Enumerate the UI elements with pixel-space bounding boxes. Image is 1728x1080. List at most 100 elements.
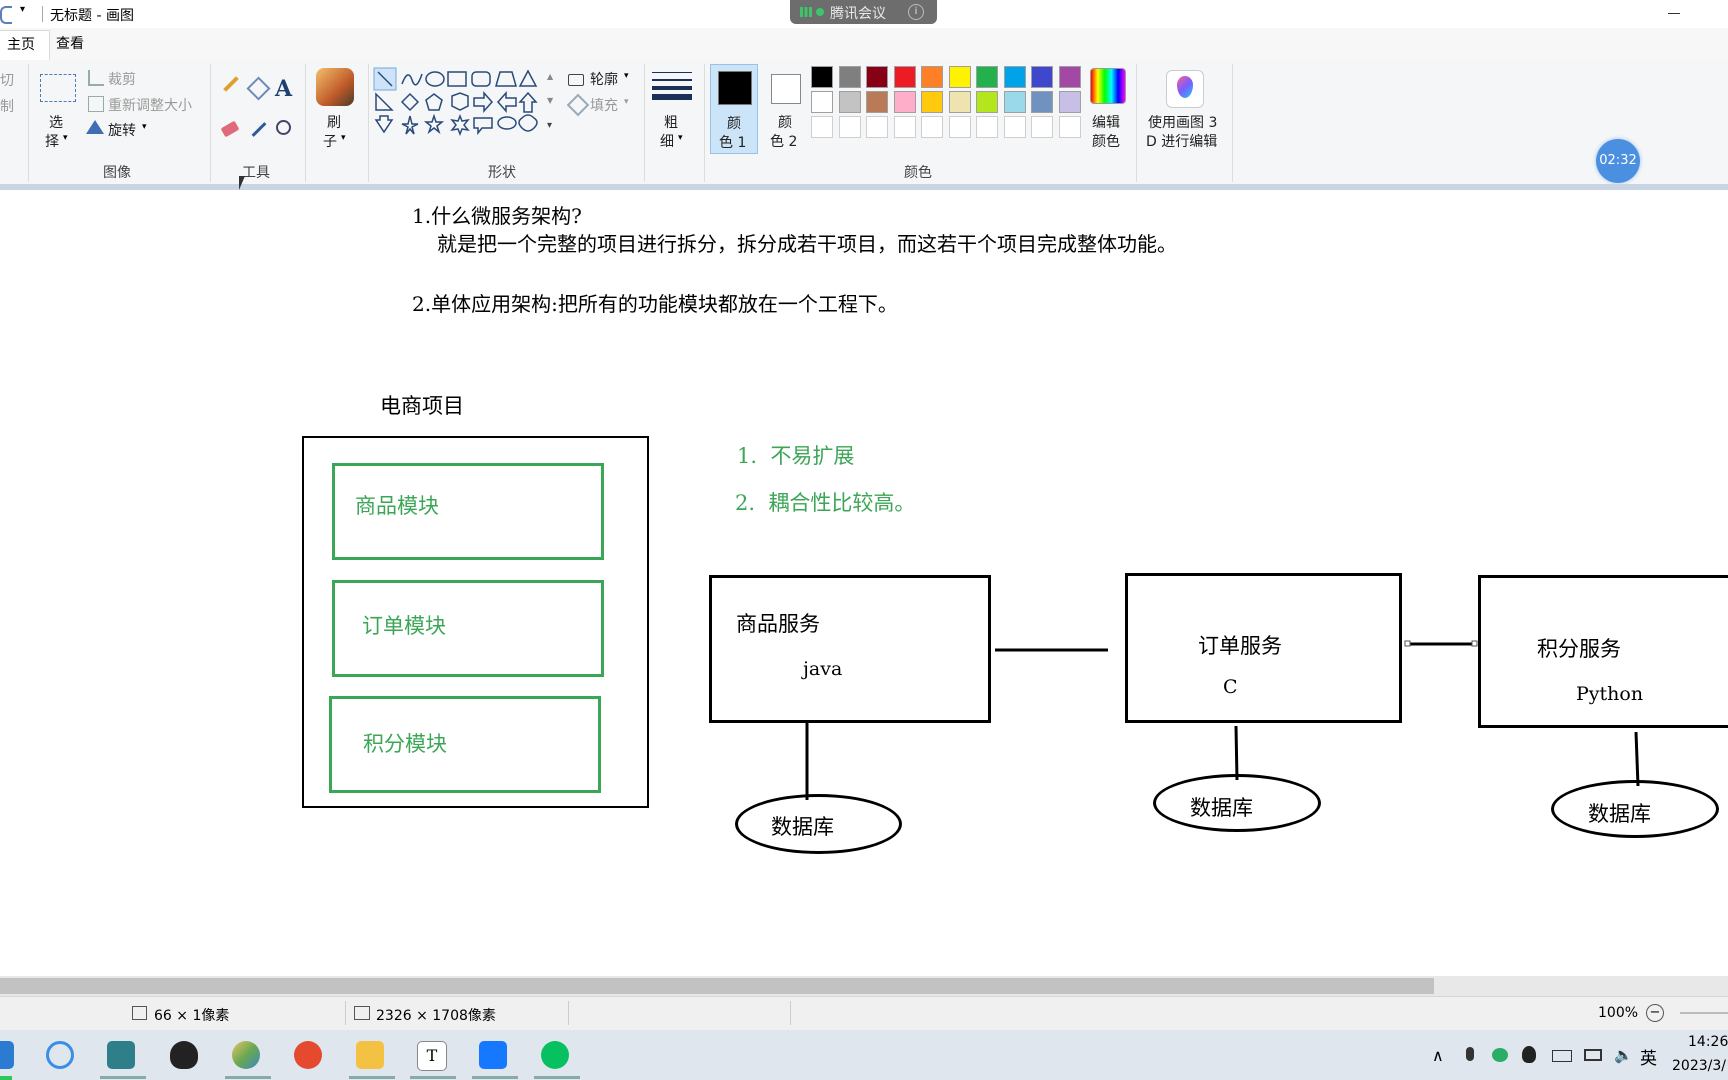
paint3d-button-line2[interactable]: D 进行编辑 [1146, 131, 1217, 151]
qq-icon[interactable] [170, 1041, 198, 1069]
palette-swatch[interactable] [1031, 66, 1053, 88]
palette-swatch[interactable] [838, 66, 861, 88]
palette-swatch[interactable] [893, 91, 916, 113]
fill-dropdown-arrow-icon[interactable]: ▾ [624, 97, 629, 107]
palette-swatch[interactable] [1058, 66, 1081, 88]
shapes-gallery[interactable] [372, 66, 544, 140]
custom-color-slot[interactable] [921, 116, 943, 138]
snail-app-icon[interactable] [294, 1041, 322, 1069]
line-width-button-line2[interactable]: 细 [660, 131, 674, 151]
copy-button[interactable]: 复制 [0, 96, 14, 116]
palette-swatch[interactable] [1003, 66, 1026, 88]
resize-icon[interactable] [88, 96, 104, 112]
outline-dropdown-arrow-icon[interactable]: ▾ [624, 71, 629, 81]
tab-view[interactable]: 查看 [42, 30, 98, 59]
cut-button[interactable]: 剪切 [0, 70, 14, 90]
horizontal-scrollbar-thumb[interactable] [0, 978, 1434, 994]
input-method-indicator[interactable]: 英 [1640, 1044, 1657, 1069]
paint3d-icon[interactable] [1166, 70, 1204, 108]
typora-icon[interactable]: T [417, 1041, 447, 1071]
select-button-line1[interactable]: 选 [49, 112, 63, 132]
zoom-slider[interactable] [1680, 1012, 1728, 1014]
brush-button-line2[interactable]: 子 [323, 131, 337, 151]
palette-swatch[interactable] [948, 66, 971, 88]
meeting-timer[interactable]: 02:32 [1596, 139, 1640, 183]
qq-tray-icon[interactable] [1522, 1046, 1536, 1063]
brush-button-line1[interactable]: 刷 [327, 112, 341, 132]
rotate-icon[interactable] [86, 120, 104, 134]
edit-colors-button-line2[interactable]: 颜色 [1092, 131, 1120, 151]
fill-button[interactable]: 填充 [590, 95, 618, 115]
palette-swatch[interactable] [866, 91, 888, 113]
line-width-icon[interactable] [652, 70, 692, 102]
crop-button[interactable]: 裁剪 [108, 69, 136, 89]
custom-color-slot[interactable] [1058, 116, 1081, 138]
palette-swatch[interactable] [921, 66, 943, 88]
select-dropdown-arrow-icon[interactable]: ▾ [63, 133, 68, 143]
info-icon[interactable]: i [908, 4, 924, 20]
wechat-icon[interactable] [541, 1041, 569, 1069]
palette-swatch[interactable] [976, 66, 998, 88]
custom-color-slot[interactable] [1031, 116, 1053, 138]
palette-swatch[interactable] [921, 91, 943, 113]
palette-swatch[interactable] [1058, 91, 1081, 113]
text-tool-icon[interactable]: A [275, 76, 292, 102]
palette-swatch[interactable] [976, 91, 998, 113]
shapes-expand-icon[interactable]: ▾ [547, 120, 552, 131]
outline-icon[interactable] [568, 74, 584, 86]
edit-colors-icon[interactable] [1090, 68, 1126, 104]
palette-swatch[interactable] [1003, 91, 1026, 113]
palette-swatch[interactable] [811, 91, 833, 113]
brush-icon[interactable] [316, 68, 354, 106]
app-icon-partial[interactable] [0, 1041, 14, 1069]
custom-color-slot[interactable] [893, 116, 916, 138]
rotate-button[interactable]: 旋转 [108, 120, 136, 140]
clock-time[interactable]: 14:26 [1688, 1034, 1728, 1050]
custom-color-slot[interactable] [811, 116, 833, 138]
minimize-icon[interactable] [1668, 13, 1680, 14]
edit-colors-button-line1[interactable]: 编辑 [1092, 112, 1120, 132]
palette-swatch[interactable] [811, 66, 833, 88]
custom-color-slot[interactable] [948, 116, 971, 138]
color1-button[interactable]: 颜 色 1 [710, 64, 758, 154]
customize-arrow-icon[interactable]: ▾ [20, 4, 25, 15]
clock-date[interactable]: 2023/3/ [1672, 1058, 1726, 1074]
microphone-icon[interactable] [1466, 1047, 1474, 1061]
palette-swatch[interactable] [1031, 91, 1053, 113]
notes-app-icon[interactable] [107, 1041, 135, 1069]
line-width-button-line1[interactable]: 粗 [664, 112, 678, 132]
drawing-canvas[interactable]: 1.什么微服务架构? 就是把一个完整的项目进行拆分，拆分成若干项目，而这若干个项… [0, 190, 1728, 976]
line-width-dropdown-arrow-icon[interactable]: ▾ [678, 133, 683, 143]
palette-swatch[interactable] [866, 66, 888, 88]
network-icon[interactable] [1584, 1049, 1602, 1061]
brush-dropdown-arrow-icon[interactable]: ▾ [341, 133, 346, 143]
outline-button[interactable]: 轮廓 [590, 69, 618, 89]
custom-color-slot[interactable] [838, 116, 861, 138]
volume-icon[interactable]: 🔈 [1614, 1046, 1633, 1064]
resize-button[interactable]: 重新调整大小 [108, 95, 192, 115]
shapes-scroll-down-icon[interactable]: ▼ [547, 96, 553, 105]
palette-swatch[interactable] [893, 66, 916, 88]
undo-icon[interactable] [0, 6, 12, 24]
paint3d-button-line1[interactable]: 使用画图 3 [1148, 112, 1217, 132]
crop-icon[interactable] [88, 70, 104, 86]
meeting-banner[interactable]: 腾讯会议 i [790, 0, 937, 24]
select-icon[interactable] [40, 74, 76, 102]
battery-icon[interactable] [1552, 1050, 1572, 1062]
tray-expand-icon[interactable]: ∧ [1432, 1046, 1444, 1065]
custom-color-slot[interactable] [866, 116, 888, 138]
paint-icon[interactable] [232, 1041, 260, 1069]
custom-color-slot[interactable] [1003, 116, 1026, 138]
file-explorer-icon[interactable] [356, 1041, 384, 1069]
color2-button[interactable]: 颜 色 2 [762, 64, 808, 154]
palette-swatch[interactable] [948, 91, 971, 113]
magnifier-icon[interactable] [276, 120, 291, 135]
zoom-out-icon[interactable]: − [1646, 1004, 1664, 1022]
feishu-icon[interactable] [479, 1041, 507, 1069]
wechat-tray-icon[interactable] [1492, 1048, 1508, 1062]
select-button-line2[interactable]: 择 [45, 131, 59, 151]
shapes-scroll-up-icon[interactable]: ▲ [547, 72, 553, 81]
custom-color-slot[interactable] [976, 116, 998, 138]
rotate-dropdown-arrow-icon[interactable]: ▾ [142, 122, 147, 132]
palette-swatch[interactable] [838, 91, 861, 113]
